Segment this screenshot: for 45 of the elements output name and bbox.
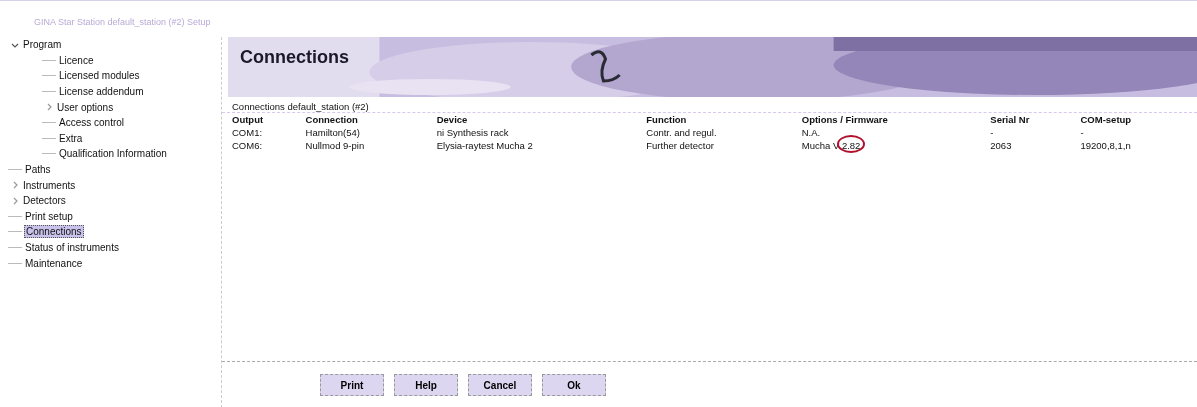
- table-cell: Hamilton(54): [305, 127, 360, 138]
- table-cell: Further detector: [646, 140, 714, 151]
- dialog-button[interactable]: Cancel: [468, 374, 532, 396]
- table-cell: 2063: [990, 140, 1012, 151]
- dialog-button[interactable]: Help: [394, 374, 458, 396]
- tree-item[interactable]: Extra: [58, 132, 84, 144]
- table-cell: 19200,8,1,n: [1080, 140, 1131, 151]
- table-cell: Contr. and regul.: [646, 127, 717, 138]
- window-title: GINA Star Station default_station (#2) Setup: [34, 17, 211, 27]
- table-cell: N.A.: [801, 127, 821, 138]
- tree-item[interactable]: Access control: [58, 117, 126, 129]
- column-header: Options / Firmware: [800, 113, 889, 126]
- column-header: Function: [645, 113, 688, 126]
- column-header: COM-setup: [1079, 113, 1133, 126]
- column-header: Serial Nr: [989, 113, 1031, 126]
- table-caption: Connections default_station (#2): [232, 101, 369, 112]
- table-cell: -: [1080, 127, 1084, 138]
- tree-item[interactable]: Instruments: [22, 179, 77, 191]
- table-cell: ni Synthesis rack: [436, 127, 509, 138]
- dialog-button[interactable]: Print: [320, 374, 384, 396]
- column-header: Output: [231, 113, 265, 126]
- table-cell: Nullmod 9-pin: [305, 140, 365, 151]
- page-title: Connections: [240, 47, 349, 68]
- tree-item[interactable]: Licensed modules: [58, 70, 141, 82]
- table-cell: COM6:: [232, 140, 263, 151]
- tree-item[interactable]: Paths: [24, 164, 52, 176]
- tree-item[interactable]: Print setup: [24, 210, 74, 222]
- tree-item[interactable]: Program: [22, 39, 63, 51]
- chevron-right-icon[interactable]: [11, 181, 19, 190]
- table-cell: -: [990, 127, 994, 138]
- chevron-right-icon[interactable]: [45, 103, 53, 112]
- tree-item[interactable]: User options: [56, 101, 115, 113]
- tree-item[interactable]: Detectors: [22, 195, 67, 207]
- tree-item[interactable]: Licence: [58, 54, 95, 66]
- dialog-button[interactable]: Ok: [542, 374, 606, 396]
- tree-item[interactable]: Status of instruments: [24, 242, 120, 253]
- tree-item[interactable]: Connections: [24, 225, 84, 239]
- tree-item[interactable]: Qualification Information: [58, 148, 168, 160]
- tree-item[interactable]: License addendum: [58, 86, 145, 98]
- table-cell: Elysia-raytest Mucha 2: [436, 140, 533, 151]
- tree-item[interactable]: Maintenance: [24, 257, 84, 269]
- column-header: Connection: [304, 113, 359, 126]
- table-cell: COM1:: [232, 127, 263, 138]
- column-header: Device: [435, 113, 469, 126]
- chevron-right-icon[interactable]: [11, 196, 19, 205]
